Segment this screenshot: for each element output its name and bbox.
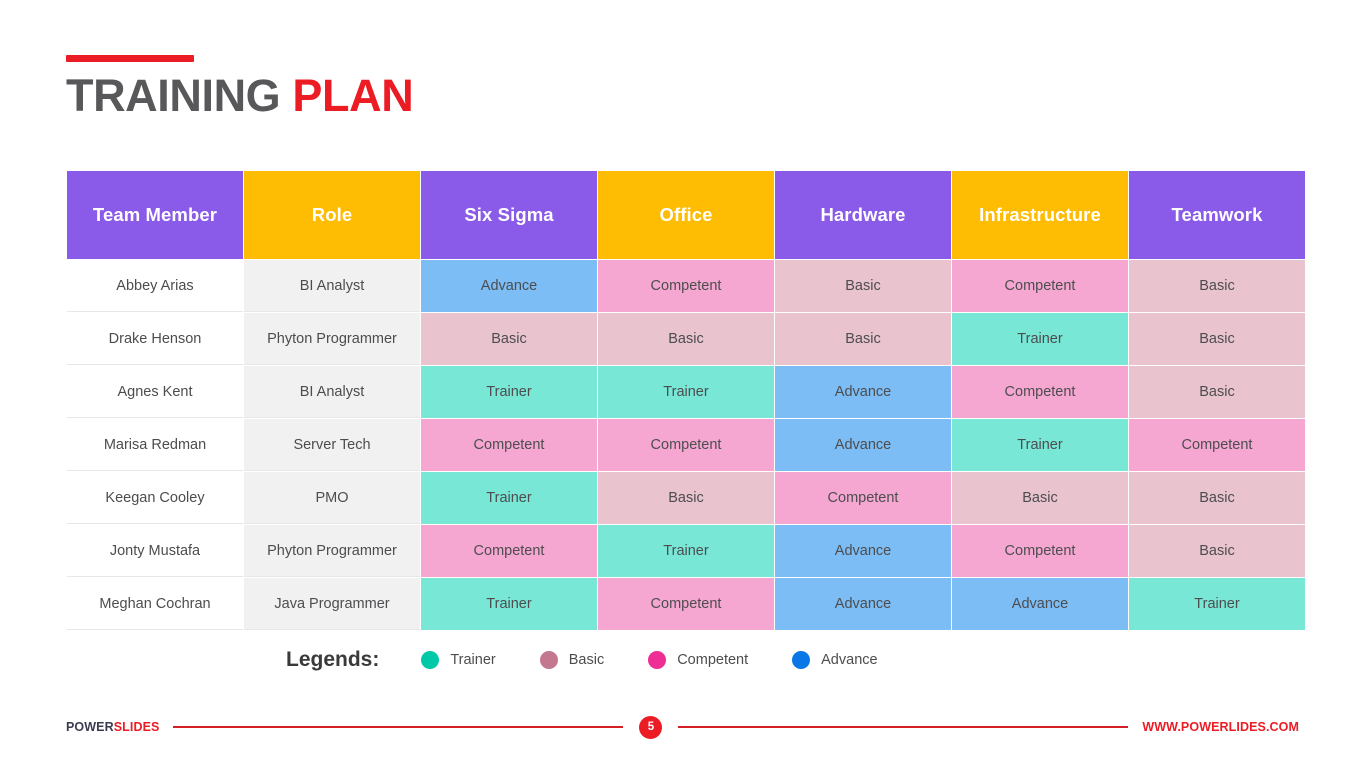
legend: Legends: Trainer Basic Competent Advance: [286, 648, 922, 672]
footer-divider-left: [173, 726, 624, 728]
footer-brand: POWERSLIDES: [66, 720, 159, 734]
legend-item: Basic: [539, 651, 605, 669]
cell-team-member: Drake Henson: [67, 313, 243, 365]
cell-role: Phyton Programmer: [244, 313, 420, 365]
footer-brand-primary: POWER: [66, 720, 114, 734]
cell-skill-level: Trainer: [1129, 578, 1305, 630]
cell-skill-level: Basic: [598, 313, 774, 365]
cell-skill-level: Trainer: [421, 472, 597, 524]
cell-skill-level: Basic: [598, 472, 774, 524]
cell-skill-level: Trainer: [421, 366, 597, 418]
column-header-office[interactable]: Office: [598, 171, 774, 259]
footer-brand-accent: SLIDES: [113, 720, 160, 734]
cell-team-member: Jonty Mustafa: [67, 525, 243, 577]
page-title-accent: PLAN: [292, 70, 414, 121]
legend-dot-icon: [421, 651, 440, 669]
cell-skill-level: Basic: [421, 313, 597, 365]
title-accent-rule: [66, 55, 194, 62]
cell-skill-level: Basic: [775, 260, 951, 312]
table-row: Keegan Cooley PMO Trainer Basic Competent Bas…: [67, 472, 1305, 524]
footer-divider-right: [678, 726, 1129, 728]
cell-skill-level: Competent: [598, 578, 774, 630]
legend-label: Legends:: [286, 648, 380, 671]
cell-role: BI Analyst: [244, 260, 420, 312]
title-block: TRAINING PLAN: [66, 55, 414, 121]
table-row: Abbey Arias BI Analyst Advance Competent Bas…: [67, 260, 1305, 312]
cell-skill-level: Basic: [952, 472, 1128, 524]
cell-skill-level: Basic: [1129, 313, 1305, 365]
column-header-teamwork[interactable]: Teamwork: [1129, 171, 1305, 259]
legend-item-label: Competent: [677, 652, 749, 668]
training-plan-table: Team Member Role Six Sigma Office Hardware In…: [66, 170, 1306, 631]
column-header-infrastructure[interactable]: Infrastructure: [952, 171, 1128, 259]
table-header-row: Team Member Role Six Sigma Office Hardware In…: [67, 171, 1305, 259]
page-title: TRAINING PLAN: [66, 70, 414, 121]
footer-url: WWW.POWERLIDES.COM: [1142, 720, 1300, 734]
page-number-badge: 5: [639, 715, 663, 739]
cell-skill-level: Basic: [1129, 525, 1305, 577]
cell-skill-level: Advance: [775, 525, 951, 577]
cell-role: Server Tech: [244, 419, 420, 471]
column-header-six-sigma[interactable]: Six Sigma: [421, 171, 597, 259]
cell-role: BI Analyst: [244, 366, 420, 418]
cell-skill-level: Competent: [598, 419, 774, 471]
cell-skill-level: Trainer: [421, 578, 597, 630]
table-header: Team Member Role Six Sigma Office Hardware In…: [67, 171, 1305, 259]
legend-item: Trainer: [421, 651, 496, 669]
cell-team-member: Agnes Kent: [67, 366, 243, 418]
cell-team-member: Meghan Cochran: [67, 578, 243, 630]
cell-role: Phyton Programmer: [244, 525, 420, 577]
cell-skill-level: Competent: [952, 366, 1128, 418]
column-header-hardware[interactable]: Hardware: [775, 171, 951, 259]
cell-skill-level: Competent: [952, 525, 1128, 577]
legend-item: Competent: [648, 651, 748, 669]
cell-team-member: Marisa Redman: [67, 419, 243, 471]
cell-skill-level: Advance: [775, 578, 951, 630]
cell-skill-level: Basic: [1129, 366, 1305, 418]
cell-skill-level: Basic: [1129, 472, 1305, 524]
cell-skill-level: Competent: [1129, 419, 1305, 471]
cell-skill-level: Advance: [952, 578, 1128, 630]
cell-skill-level: Advance: [775, 366, 951, 418]
footer: POWERSLIDES 5 WWW.POWERLIDES.COM: [0, 712, 1365, 742]
legend-item: Advance: [792, 651, 878, 669]
table-body: Abbey Arias BI Analyst Advance Competent Bas…: [67, 260, 1305, 630]
column-header-team-member[interactable]: Team Member: [67, 171, 243, 259]
cell-team-member: Keegan Cooley: [67, 472, 243, 524]
legend-item-label: Advance: [821, 652, 878, 668]
cell-skill-level: Trainer: [952, 313, 1128, 365]
cell-skill-level: Competent: [598, 260, 774, 312]
cell-skill-level: Competent: [775, 472, 951, 524]
cell-skill-level: Advance: [775, 419, 951, 471]
cell-skill-level: Advance: [421, 260, 597, 312]
table-row: Agnes Kent BI Analyst Trainer Trainer Advanc…: [67, 366, 1305, 418]
cell-team-member: Abbey Arias: [67, 260, 243, 312]
table-row: Drake Henson Phyton Programmer Basic Basic B…: [67, 313, 1305, 365]
legend-dot-icon: [792, 651, 811, 669]
cell-role: PMO: [244, 472, 420, 524]
table-row: Jonty Mustafa Phyton Programmer Competent T…: [67, 525, 1305, 577]
cell-skill-level: Competent: [952, 260, 1128, 312]
cell-role: Java Programmer: [244, 578, 420, 630]
column-header-role[interactable]: Role: [244, 171, 420, 259]
table-row: Marisa Redman Server Tech Competent Compete…: [67, 419, 1305, 471]
cell-skill-level: Basic: [1129, 260, 1305, 312]
legend-item-label: Basic: [568, 652, 605, 668]
legend-dot-icon: [648, 651, 667, 669]
cell-skill-level: Competent: [421, 525, 597, 577]
cell-skill-level: Competent: [421, 419, 597, 471]
legend-dot-icon: [539, 651, 558, 669]
cell-skill-level: Trainer: [598, 525, 774, 577]
cell-skill-level: Trainer: [952, 419, 1128, 471]
legend-item-label: Trainer: [450, 652, 496, 668]
cell-skill-level: Trainer: [598, 366, 774, 418]
table-row: Meghan Cochran Java Programmer Trainer Comp…: [67, 578, 1305, 630]
cell-skill-level: Basic: [775, 313, 951, 365]
page-title-primary: TRAINING: [66, 70, 293, 121]
legend-items: Trainer Basic Competent Advance: [421, 651, 921, 669]
